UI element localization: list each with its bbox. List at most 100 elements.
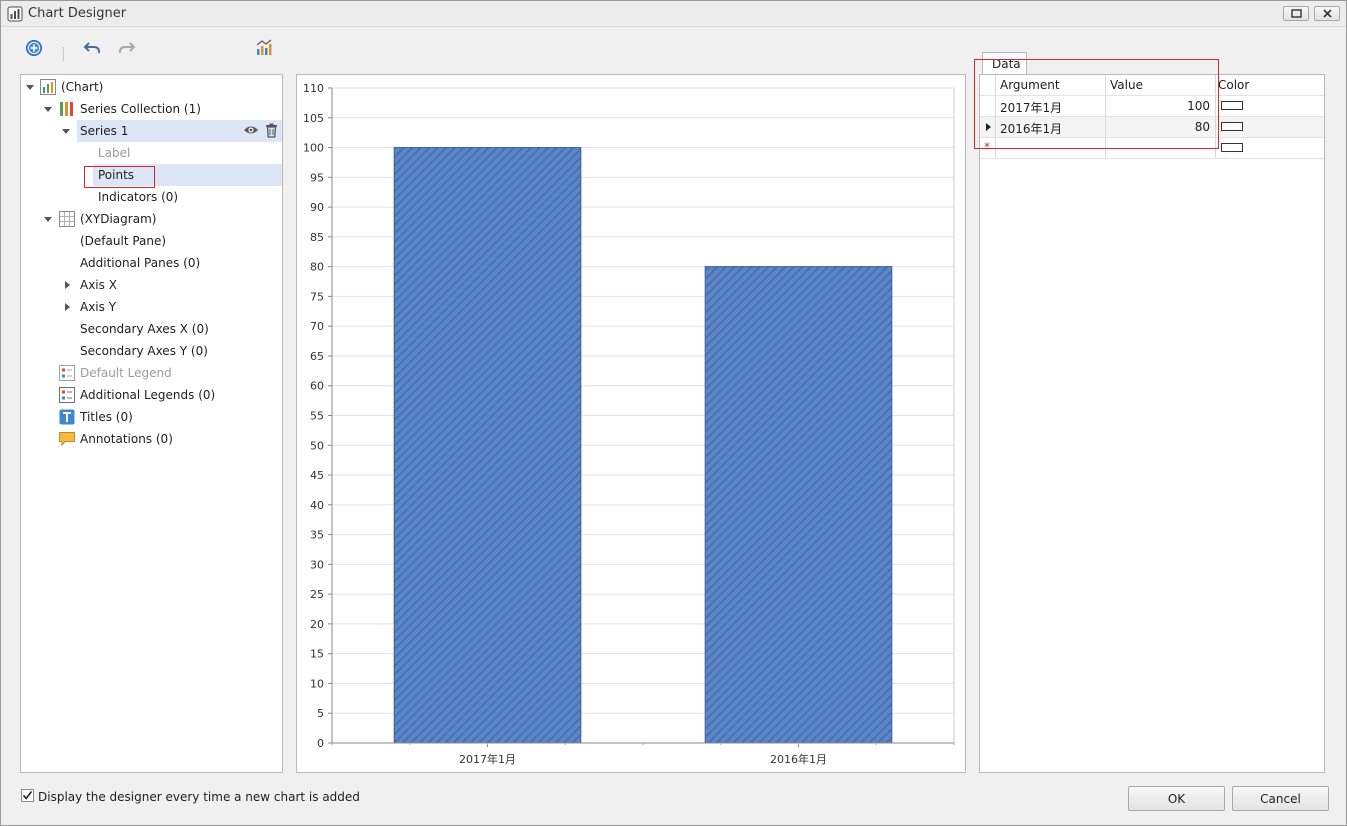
- tree-item-label: Axis Y: [80, 300, 117, 314]
- tree-item-label: (XYDiagram): [80, 212, 157, 226]
- collapse-arrow-icon[interactable]: [62, 127, 70, 135]
- y-tick-label: 45: [310, 469, 324, 482]
- column-header-color[interactable]: Color: [1216, 75, 1324, 96]
- chart-designer-window: Chart Designer (Chart) Series Collection…: [0, 0, 1347, 826]
- y-tick-label: 75: [310, 290, 324, 303]
- tree-item-label: Secondary Axes X (0): [80, 322, 209, 336]
- chart-preview[interactable]: 0 5 10 15 20 25 30 35 40 45 50 55 60 65 70 75 80 85 90 95 10…: [296, 74, 966, 773]
- highlight-box-data: [974, 59, 1219, 149]
- window-title: Chart Designer: [28, 6, 127, 21]
- chart-icon: [40, 79, 56, 95]
- collapse-arrow-icon[interactable]: [44, 215, 52, 223]
- y-tick-label: 35: [310, 529, 324, 542]
- y-tick-label: 65: [310, 350, 324, 363]
- y-tick-label: 55: [310, 410, 324, 423]
- undo-button[interactable]: [81, 39, 103, 59]
- checkmark-icon: [22, 791, 33, 800]
- tree-item-label: Default Legend: [80, 366, 172, 380]
- tree-item-annotations[interactable]: Annotations (0): [21, 428, 282, 450]
- tree-item-additional-legends[interactable]: Additional Legends (0): [21, 384, 282, 406]
- y-tick-label: 85: [310, 231, 324, 244]
- tree-item-label: Series Collection (1): [80, 102, 201, 116]
- tree-item-label: (Default Pane): [80, 234, 167, 248]
- y-tick-label: 20: [310, 618, 324, 631]
- tree-item-additional-panes[interactable]: Additional Panes (0): [21, 252, 282, 274]
- tree-item-default-legend[interactable]: Default Legend: [21, 362, 282, 384]
- legend-icon: [59, 365, 75, 381]
- tree-item-label: Titles (0): [80, 410, 133, 424]
- title-bar: Chart Designer: [1, 1, 1346, 27]
- column-header-label: Color: [1218, 78, 1250, 92]
- tree-item-titles[interactable]: Titles (0): [21, 406, 282, 428]
- tree-item-series-collection[interactable]: Series Collection (1): [21, 98, 282, 120]
- bar-2017年1月[interactable]: [393, 147, 582, 744]
- chart-wizard-icon: [255, 39, 273, 60]
- cancel-button[interactable]: Cancel: [1232, 786, 1329, 811]
- ok-button[interactable]: OK: [1128, 786, 1225, 811]
- highlight-box-points: [84, 166, 155, 188]
- y-tick-label: 105: [303, 112, 324, 125]
- tree-item-secondary-axes-x[interactable]: Secondary Axes X (0): [21, 318, 282, 340]
- tree-item-chart[interactable]: (Chart): [21, 76, 282, 98]
- color-cell[interactable]: [1216, 96, 1324, 117]
- collapse-arrow-icon[interactable]: [44, 105, 52, 113]
- redo-icon: [118, 40, 136, 59]
- tree-item-label: Secondary Axes Y (0): [80, 344, 208, 358]
- add-button[interactable]: [23, 39, 45, 59]
- expand-arrow-icon[interactable]: [63, 303, 71, 311]
- x-tick-label: 2017年1月: [459, 752, 516, 766]
- title-icon: [59, 409, 75, 425]
- collapse-arrow-icon[interactable]: [26, 83, 34, 91]
- y-tick-label: 90: [310, 201, 324, 214]
- visibility-eye-icon[interactable]: [243, 123, 259, 140]
- y-tick-label: 40: [310, 499, 324, 512]
- annotation-icon: [59, 432, 75, 447]
- tree-item-axis-x[interactable]: Axis X: [21, 274, 282, 296]
- tree-item-label: Axis X: [80, 278, 117, 292]
- y-tick-label: 80: [310, 261, 324, 274]
- tree-item-indicators[interactable]: Indicators (0): [21, 186, 282, 208]
- undo-icon: [83, 40, 101, 59]
- tree-item-label: Annotations (0): [80, 432, 173, 446]
- tree-item-series-1[interactable]: Series 1: [62, 120, 282, 142]
- tree-item-label: Label: [98, 146, 131, 160]
- y-tick-label: 70: [310, 320, 324, 333]
- tree-item-axis-y[interactable]: Axis Y: [21, 296, 282, 318]
- color-swatch: [1221, 122, 1243, 131]
- chart-wizard-button[interactable]: [253, 39, 275, 59]
- tree-item-label: Additional Legends (0): [80, 388, 216, 402]
- toolbar-separator: [63, 47, 64, 61]
- show-designer-label[interactable]: Display the designer every time a new ch…: [38, 790, 360, 804]
- legend-icon: [59, 387, 75, 403]
- app-icon: [7, 6, 23, 22]
- points-data-grid[interactable]: Argument Value Color 2017年1月 100 2016年1月…: [979, 74, 1325, 773]
- y-tick-label: 10: [310, 677, 324, 690]
- tree-item-label: Indicators (0): [98, 190, 179, 204]
- series-collection-icon: [60, 102, 73, 116]
- y-tick-label: 0: [317, 737, 324, 750]
- tree-item-label-node[interactable]: Label: [21, 142, 282, 164]
- tree-item-default-pane[interactable]: (Default Pane): [21, 230, 282, 252]
- element-tree[interactable]: (Chart) Series Collection (1) Series 1 L…: [20, 74, 283, 773]
- color-cell[interactable]: [1216, 138, 1324, 159]
- y-tick-label: 100: [303, 142, 324, 155]
- tree-item-label: Additional Panes (0): [80, 256, 201, 270]
- maximize-button[interactable]: [1283, 6, 1309, 21]
- close-button[interactable]: [1314, 6, 1340, 21]
- bar-2016年1月[interactable]: [704, 266, 893, 744]
- tree-item-label: (Chart): [61, 80, 104, 94]
- redo-button[interactable]: [116, 39, 138, 59]
- tree-item-xydiagram[interactable]: (XYDiagram): [21, 208, 282, 230]
- y-tick-label: 30: [310, 558, 324, 571]
- show-designer-checkbox[interactable]: [21, 789, 34, 802]
- y-tick-label: 15: [310, 648, 324, 661]
- y-tick-label: 50: [310, 439, 324, 452]
- y-tick-label: 60: [310, 380, 324, 393]
- x-tick-label: 2016年1月: [770, 752, 827, 766]
- tree-item-secondary-axes-y[interactable]: Secondary Axes Y (0): [21, 340, 282, 362]
- color-cell[interactable]: [1216, 117, 1324, 138]
- delete-trash-icon[interactable]: [265, 123, 278, 141]
- color-swatch: [1221, 101, 1243, 110]
- add-icon: [25, 39, 43, 60]
- expand-arrow-icon[interactable]: [63, 281, 71, 289]
